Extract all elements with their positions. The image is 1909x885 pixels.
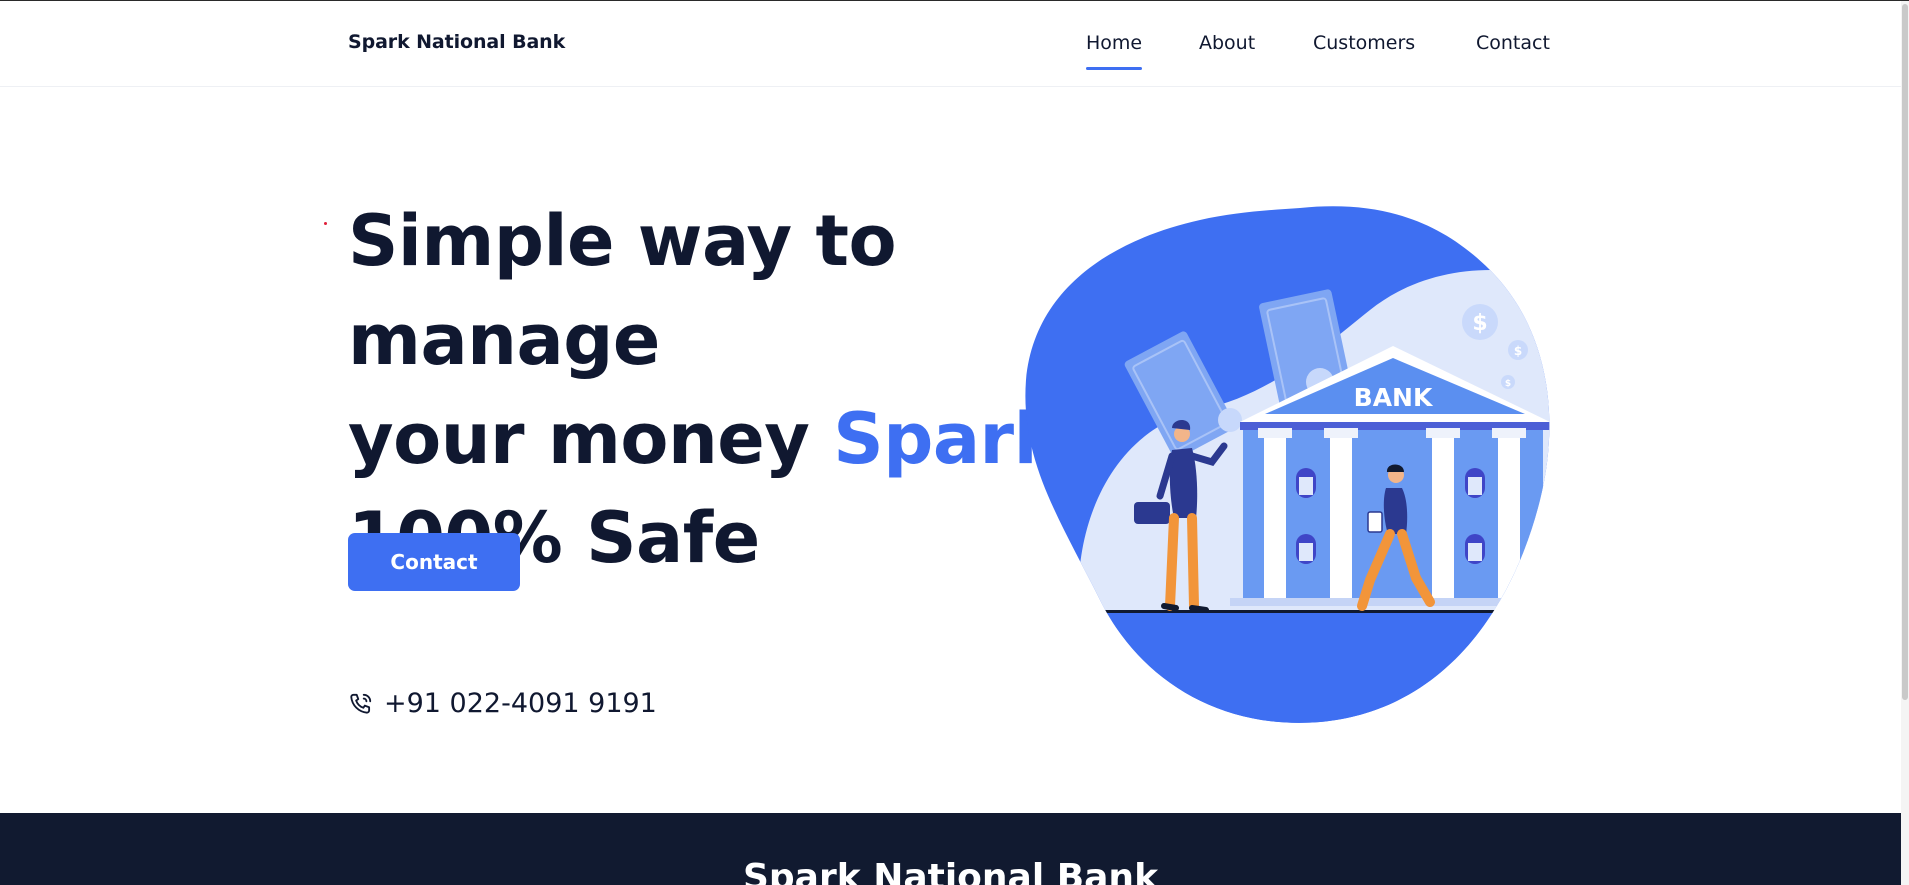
navbar: Spark National Bank Home About Customers… [0, 1, 1901, 87]
phone-number: +91 022-4091 9191 [384, 688, 657, 719]
hero-line-1: Simple way to manage [348, 200, 897, 381]
hero-line-2-prefix: your money [348, 398, 834, 480]
nav-customers-link[interactable]: Customers [1313, 32, 1415, 54]
footer-title: Spark National Bank [742, 857, 1159, 885]
footer: Spark National Bank [0, 813, 1901, 885]
brand-name[interactable]: Spark National Bank [348, 31, 565, 53]
currency-symbol-medium: $ [1514, 344, 1522, 358]
bank-illustration: $ $ $ BANK [1020, 200, 1560, 730]
nav-about-link[interactable]: About [1199, 32, 1255, 54]
phone-contact[interactable]: +91 022-4091 9191 [348, 688, 657, 719]
nav-home-link[interactable]: Home [1086, 32, 1143, 70]
currency-symbol-large: $ [1472, 311, 1487, 336]
nav-contact-link[interactable]: Contact [1476, 32, 1550, 54]
currency-symbol-small: $ [1505, 379, 1511, 389]
contact-button[interactable]: Contact [348, 533, 520, 591]
bank-sign-text: BANK [1354, 383, 1434, 412]
phone-icon [348, 691, 374, 717]
scrollbar-thumb[interactable] [1902, 4, 1908, 700]
cursor-dot [324, 222, 327, 225]
